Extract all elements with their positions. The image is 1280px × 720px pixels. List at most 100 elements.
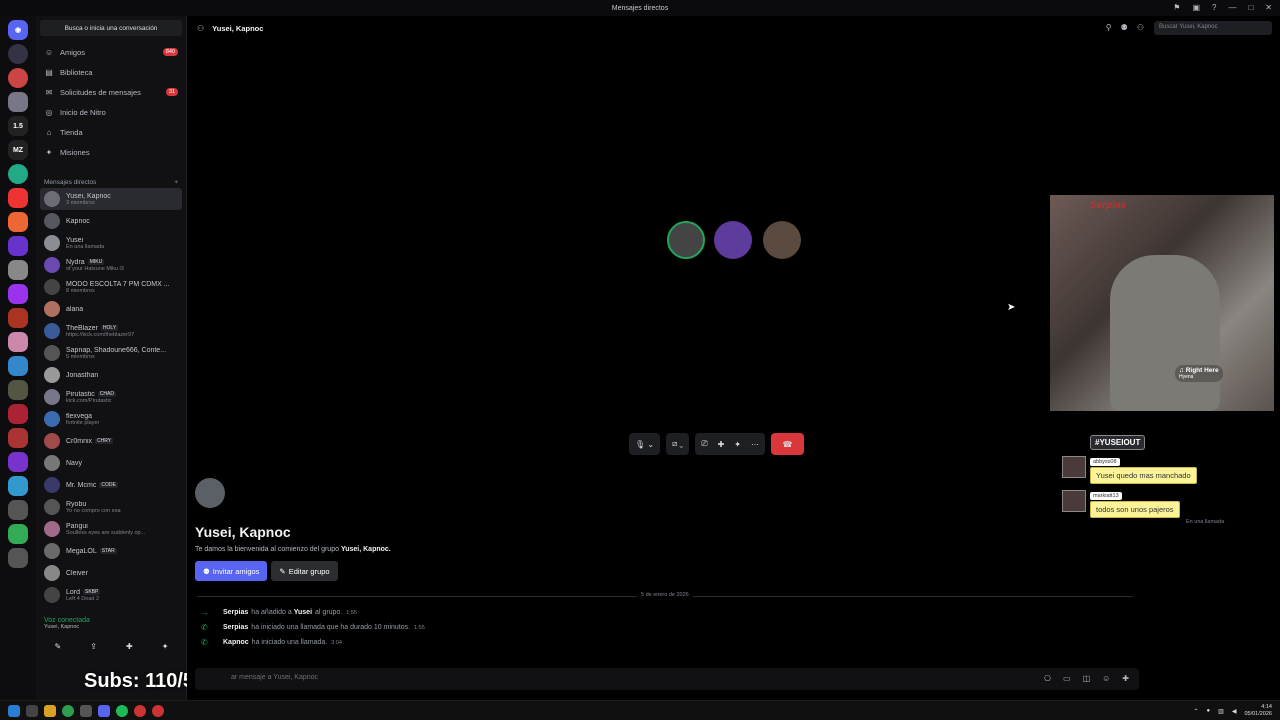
server-icon[interactable] (8, 356, 28, 376)
server-icon[interactable] (8, 236, 28, 256)
avatar (44, 213, 60, 229)
app-icon[interactable] (134, 705, 146, 717)
server-icon[interactable] (8, 500, 28, 520)
help-icon[interactable]: ? (1212, 3, 1216, 12)
more-options-icon[interactable]: ⋯ (751, 440, 759, 449)
dm-item[interactable]: Lord SKBP Left 4 Dead 2 (40, 584, 182, 606)
pin-icon[interactable]: ⚲ (1106, 23, 1112, 32)
chrome-icon[interactable] (62, 705, 74, 717)
gif-icon[interactable]: ▭ (1063, 674, 1071, 683)
server-icon[interactable] (8, 44, 28, 64)
server-icon[interactable] (8, 404, 28, 424)
dm-item[interactable]: Cr0mnix CHRY (40, 430, 182, 452)
chevron-up-icon[interactable]: ⌃ (1194, 708, 1199, 715)
server-icon[interactable] (8, 68, 28, 88)
dm-item[interactable]: MODO ESCOLTA 7 PM CDMX ... 8 miembros (40, 276, 182, 298)
monitor-icon[interactable]: ▣ (1192, 3, 1200, 12)
dm-search-button[interactable]: Busca o inicia una conversación (40, 20, 182, 36)
mic-icon[interactable]: ● (1207, 708, 1211, 714)
dm-item[interactable]: Nydra MIKU of your Hatsune Miku i3 (40, 254, 182, 276)
explorer-icon[interactable] (44, 705, 56, 717)
activities-icon[interactable]: ✚ (718, 440, 725, 449)
dm-item[interactable]: Ryobu Yo no compro con esa (40, 496, 182, 518)
edit-group-button[interactable]: ✎ Editar grupo (271, 561, 338, 581)
disconnect-button[interactable]: ☎ (771, 433, 804, 455)
server-icon[interactable] (8, 284, 28, 304)
server-icon[interactable] (8, 380, 28, 400)
maximize-button[interactable]: □ (1248, 3, 1253, 12)
app-icon[interactable] (80, 705, 92, 717)
dm-item[interactable]: Pirutastic CHAD kick.com/Pirutastic (40, 386, 182, 408)
camera-button[interactable]: ⧄ ⌄ (666, 433, 690, 455)
message-input[interactable]: ar mensaje a Yusei, Kapnoc ⎔ ▭ ◫ ☺ ✚ (195, 668, 1139, 690)
server-icon[interactable] (8, 260, 28, 280)
invite-friends-button[interactable]: ⚉ Invitar amigos (195, 561, 268, 581)
nav-item[interactable]: ◎ Inicio de Nitro (36, 102, 186, 122)
discord-icon[interactable] (98, 705, 110, 717)
minimize-button[interactable]: — (1228, 3, 1236, 12)
spotify-icon[interactable] (116, 705, 128, 717)
server-icon[interactable] (8, 92, 28, 112)
add-friends-icon[interactable]: ⚉ (1121, 23, 1128, 32)
nav-item[interactable]: ✦ Misiones (36, 142, 186, 162)
dm-item[interactable]: Mr. Mcmc CODE (40, 474, 182, 496)
server-icon[interactable] (8, 524, 28, 544)
activity-icon[interactable]: ✚ (126, 642, 133, 656)
start-icon[interactable] (8, 705, 20, 717)
avatar (44, 499, 60, 515)
server-icon[interactable] (8, 428, 28, 448)
dm-item[interactable]: TheBlazer HOLY https://kick.com/theblazer9… (40, 320, 182, 342)
gift-icon[interactable]: ⎔ (1044, 674, 1051, 683)
dm-item[interactable]: Navy (40, 452, 182, 474)
sticker-icon[interactable]: ◫ (1083, 674, 1091, 683)
participant-avatar[interactable] (714, 221, 752, 259)
nav-item[interactable]: ⌂ Tienda (36, 122, 186, 142)
server-icon[interactable]: MZ (8, 140, 28, 160)
members-icon[interactable]: ⚇ (1137, 23, 1144, 32)
dm-item[interactable]: Yusei, Kapnoc 3 miembros (40, 188, 182, 210)
add-dm-icon[interactable]: + (174, 179, 178, 186)
channel-search-input[interactable]: Buscar Yusei, Kapnoc (1154, 21, 1272, 35)
network-icon[interactable]: ▥ (1218, 708, 1224, 715)
nav-item[interactable]: ▤ Biblioteca (36, 62, 186, 82)
clock[interactable]: 4:14 05/01/2026 (1244, 704, 1272, 718)
volume-icon[interactable]: ◀ (1232, 708, 1237, 715)
dm-item[interactable]: Sapnap, Shadoune666, Conte... 5 miembros (40, 342, 182, 364)
server-icon[interactable] (8, 548, 28, 568)
app-icon[interactable] (152, 705, 164, 717)
dm-item[interactable]: Cleiver (40, 562, 182, 584)
video-icon[interactable]: ✎ (55, 642, 62, 656)
server-icon[interactable] (8, 476, 28, 496)
search-icon[interactable] (26, 705, 38, 717)
server-icon[interactable] (8, 188, 28, 208)
server-icon[interactable] (8, 212, 28, 232)
apps-icon[interactable]: ✚ (1122, 674, 1129, 683)
dm-item[interactable]: alana (40, 298, 182, 320)
soundboard-icon[interactable]: ✦ (734, 440, 741, 449)
server-icon[interactable] (8, 308, 28, 328)
server-icon[interactable] (8, 332, 28, 352)
voice-channel[interactable]: Yusei, Kapnoc (44, 624, 179, 630)
dm-item[interactable]: Kapnoc (40, 210, 182, 232)
close-button[interactable]: ✕ (1265, 3, 1272, 12)
soundboard-icon[interactable]: ✦ (162, 642, 169, 656)
home-server-icon[interactable]: ◉ (8, 20, 28, 40)
participant-avatar[interactable] (667, 221, 705, 259)
server-icon[interactable] (8, 164, 28, 184)
microphone-button[interactable]: 🎙 ⌄ (629, 433, 661, 455)
server-icon[interactable]: 1.5 (8, 116, 28, 136)
server-icon[interactable] (8, 452, 28, 472)
nav-item[interactable]: ✉ Solicitudes de mensajes 31 (36, 82, 186, 102)
participant-avatar[interactable] (763, 221, 801, 259)
screen-share-icon[interactable]: ⎚ (701, 439, 707, 449)
emoji-icon[interactable]: ☺ (1102, 674, 1110, 683)
dm-item[interactable]: flexvega fortnite player (40, 408, 182, 430)
dm-item[interactable]: Yusei En una llamada (40, 232, 182, 254)
dm-item[interactable]: MegaLOL STAR (40, 540, 182, 562)
dm-item[interactable]: Pangui Soulless eyes are suddenly op... (40, 518, 182, 540)
inbox-icon[interactable]: ⚑ (1173, 3, 1180, 12)
dm-item[interactable]: Jonasthan (40, 364, 182, 386)
screen-share-icon[interactable]: ⇪ (90, 642, 97, 656)
call-controls: 🎙 ⌄ ⧄ ⌄ ⎚ ✚ ✦ ⋯ ☎ (629, 432, 804, 456)
nav-item[interactable]: ☺ Amigos 840 (36, 42, 186, 62)
